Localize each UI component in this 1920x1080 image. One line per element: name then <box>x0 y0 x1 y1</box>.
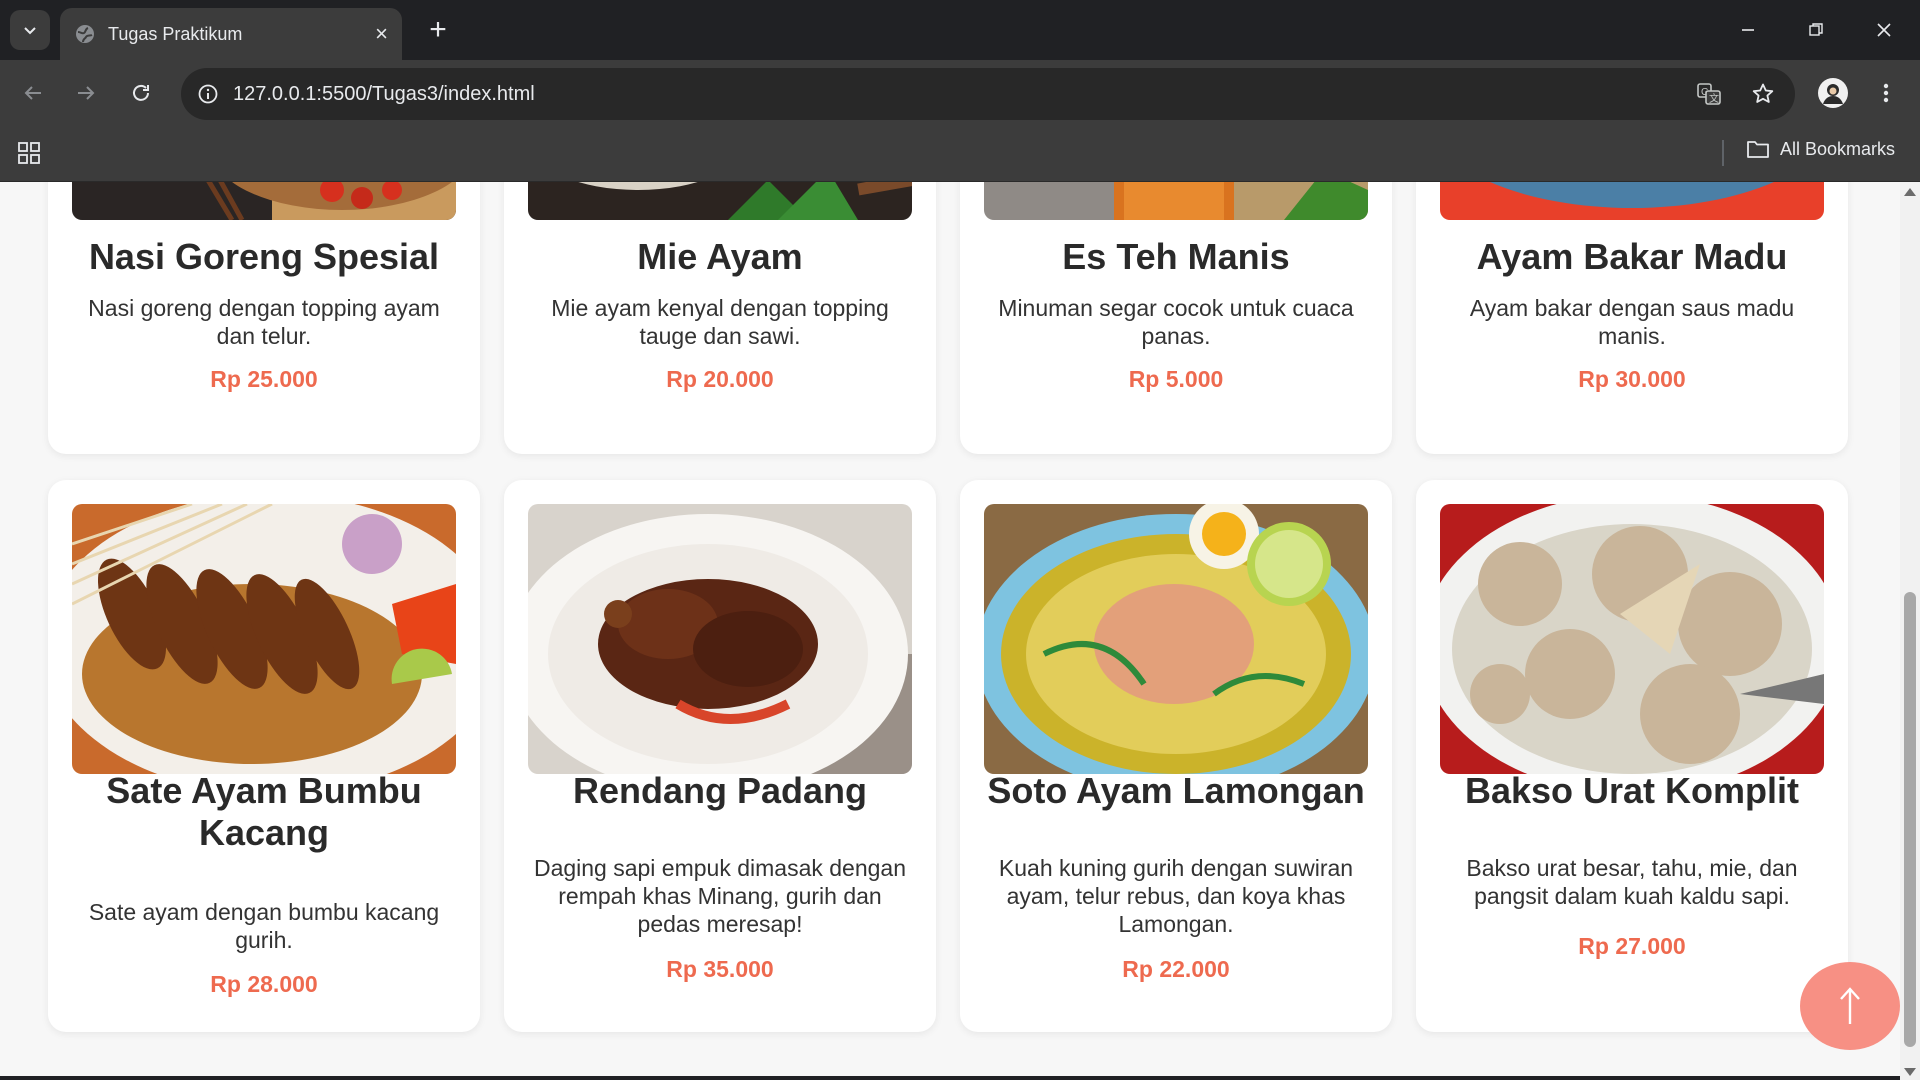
tab-strip: Tugas Praktikum × + <box>0 0 1920 60</box>
food-image <box>984 504 1368 774</box>
menu-card: Soto Ayam Lamongan Kuah kuning gurih den… <box>960 480 1392 1032</box>
menu-item-description: Bakso urat besar, tahu, mie, dan pangsit… <box>1466 855 1798 909</box>
menu-item-title: Sate Ayam Bumbu Kacang <box>106 770 422 853</box>
restore-icon <box>1809 23 1823 36</box>
menu-card: Mie Ayam Mie ayam kenyal dengan topping … <box>504 182 936 454</box>
close-tab-icon[interactable]: × <box>375 23 388 45</box>
window-bottom-edge <box>0 1076 1900 1080</box>
close-window-button[interactable] <box>1854 8 1914 52</box>
food-image <box>1440 504 1824 774</box>
menu-card: Ayam Bakar Madu Ayam bakar dengan saus m… <box>1416 182 1848 454</box>
menu-item-price: Rp 30.000 <box>1578 366 1686 392</box>
page-viewport: Nasi Goreng Spesial Nasi goreng dengan t… <box>0 182 1900 1080</box>
reload-icon <box>133 84 149 101</box>
address-bar[interactable]: 127.0.0.1:5500/Tugas3/index.html G文 <box>181 68 1795 120</box>
new-tab-button[interactable]: + <box>418 10 458 50</box>
menu-item-price: Rp 27.000 <box>1578 933 1686 959</box>
url-text[interactable]: 127.0.0.1:5500/Tugas3/index.html <box>233 83 535 106</box>
minimize-button[interactable] <box>1718 8 1778 52</box>
tab-title: Tugas Praktikum <box>108 23 243 44</box>
scrollbar-thumb[interactable] <box>1904 592 1916 1047</box>
arrow-left-icon <box>24 86 41 100</box>
apps-grid-icon[interactable] <box>16 140 44 168</box>
menu-item-title: Bakso Urat Komplit <box>1464 770 1800 811</box>
food-image <box>984 182 1368 220</box>
forward-button[interactable] <box>66 73 106 113</box>
avatar-icon <box>1818 78 1848 108</box>
menu-item-price: Rp 20.000 <box>666 366 774 392</box>
menu-item-price: Rp 35.000 <box>666 956 774 982</box>
food-image <box>72 504 456 774</box>
profile-avatar[interactable] <box>1813 73 1853 113</box>
browser-menu-button[interactable] <box>1868 73 1904 113</box>
food-image <box>528 504 912 774</box>
menu-item-description: Sate ayam dengan bumbu kacang gurih. <box>88 899 440 953</box>
menu-item-title: Ayam Bakar Madu <box>1476 236 1788 277</box>
menu-item-description: Ayam bakar dengan saus madu manis. <box>1469 295 1795 349</box>
menu-item-description: Daging sapi empuk dimasak dengan rempah … <box>533 855 907 937</box>
minimize-icon <box>1742 29 1754 31</box>
globe-icon <box>76 25 94 43</box>
bookmarks-bar: All Bookmarks <box>0 126 1920 182</box>
restore-button[interactable] <box>1786 8 1846 52</box>
reload-button[interactable] <box>121 73 161 113</box>
tab-search-button[interactable] <box>10 10 50 50</box>
menu-item-price: Rp 5.000 <box>1128 366 1224 392</box>
translate-icon[interactable]: G文 <box>1691 76 1727 112</box>
menu-item-title: Mie Ayam <box>637 236 803 277</box>
more-vertical-icon <box>1883 83 1889 103</box>
star-icon[interactable] <box>1745 76 1781 112</box>
close-icon <box>1877 23 1891 37</box>
active-tab[interactable]: Tugas Praktikum × <box>60 8 402 60</box>
menu-card: Sate Ayam Bumbu Kacang Sate ayam dengan … <box>48 480 480 1032</box>
menu-item-price: Rp 25.000 <box>210 366 318 392</box>
back-button[interactable] <box>13 73 53 113</box>
food-image <box>1440 182 1824 220</box>
all-bookmarks-button[interactable]: All Bookmarks <box>1746 138 1895 160</box>
menu-item-price: Rp 22.000 <box>1122 956 1230 982</box>
arrow-right-icon <box>78 86 95 100</box>
menu-card: Bakso Urat Komplit Bakso urat besar, tah… <box>1416 480 1848 1032</box>
food-image <box>72 182 456 220</box>
food-image <box>528 182 912 220</box>
arrow-up-icon <box>1840 987 1860 1024</box>
scroll-up-arrow-icon[interactable] <box>1904 188 1916 196</box>
menu-item-title: Rendang Padang <box>572 770 868 811</box>
chevron-down-icon <box>24 27 36 35</box>
menu-item-description: Nasi goreng dengan topping ayam dan telu… <box>88 295 440 349</box>
menu-item-description: Mie ayam kenyal dengan topping tauge dan… <box>551 295 889 349</box>
folder-icon <box>1747 141 1769 158</box>
menu-item-title: Es Teh Manis <box>1062 236 1290 277</box>
menu-item-title: Nasi Goreng Spesial <box>88 236 440 277</box>
browser-toolbar: 127.0.0.1:5500/Tugas3/index.html G文 <box>0 60 1920 126</box>
menu-item-price: Rp 28.000 <box>210 971 318 997</box>
scroll-to-top-button[interactable] <box>1800 962 1900 1050</box>
site-info-icon[interactable] <box>197 83 219 105</box>
page-scrollbar[interactable] <box>1900 182 1920 1080</box>
scroll-down-arrow-icon[interactable] <box>1904 1068 1916 1076</box>
menu-item-description: Minuman segar cocok untuk cuaca panas. <box>998 295 1354 349</box>
svg-text:文: 文 <box>1709 92 1719 105</box>
menu-card: Rendang Padang Daging sapi empuk dimasak… <box>504 480 936 1032</box>
menu-item-description: Kuah kuning gurih dengan suwiran ayam, t… <box>998 855 1354 937</box>
bookmarks-divider <box>1722 140 1724 166</box>
menu-card: Nasi Goreng Spesial Nasi goreng dengan t… <box>48 182 480 454</box>
menu-card: Es Teh Manis Minuman segar cocok untuk c… <box>960 182 1392 454</box>
all-bookmarks-label: All Bookmarks <box>1780 138 1896 159</box>
menu-item-title: Soto Ayam Lamongan <box>987 770 1365 811</box>
